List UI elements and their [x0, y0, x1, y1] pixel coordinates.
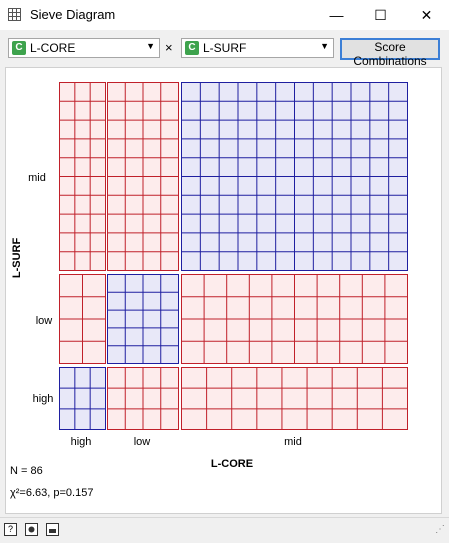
help-icon[interactable]: ?	[4, 523, 17, 536]
sieve-cell-high-high[interactable]	[59, 367, 106, 430]
sieve-cell-low-high[interactable]	[59, 274, 106, 364]
attr-y-combo[interactable]: C L-SURF ▼	[181, 38, 334, 58]
sieve-app-icon	[8, 8, 21, 21]
n-count: N = 86	[10, 465, 43, 477]
attr-x-value: L-CORE	[30, 41, 76, 55]
attr-y-value: L-SURF	[203, 41, 247, 55]
chi-square: χ²=6.63, p=0.157	[10, 487, 94, 499]
diagram-canvas: mid low high high low mid L-CORE L-SURF	[5, 67, 442, 514]
x-label-low: low	[134, 436, 151, 448]
y-label-high: high	[33, 393, 54, 405]
times-symbol: ×	[165, 40, 173, 55]
x-label-mid: mid	[284, 436, 302, 448]
sieve-cell-mid-mid[interactable]	[181, 82, 408, 271]
sieve-cell-mid-high[interactable]	[59, 82, 106, 271]
continuous-icon: C	[12, 41, 26, 55]
close-button[interactable]: ✕	[404, 0, 449, 30]
y-label-mid: mid	[28, 172, 46, 184]
sieve-cell-high-mid[interactable]	[181, 367, 408, 430]
sieve-cell-mid-low[interactable]	[107, 82, 179, 271]
sieve-cell-low-low[interactable]	[107, 274, 179, 364]
window-title: Sieve Diagram	[30, 7, 116, 22]
sieve-diagram: mid low high high low mid L-CORE L-SURF	[11, 82, 408, 470]
maximize-button[interactable]: ☐	[358, 0, 403, 30]
minimize-button[interactable]: —	[314, 0, 359, 30]
continuous-icon: C	[185, 41, 199, 55]
chevron-down-icon: ▼	[146, 41, 155, 51]
sieve-cell-low-mid[interactable]	[181, 274, 408, 364]
x-axis-title: L-CORE	[211, 458, 253, 470]
score-combinations-button[interactable]: Score Combinations	[340, 38, 440, 68]
status-bar: ? ⋰	[0, 517, 449, 543]
export-icon[interactable]	[46, 523, 59, 536]
sieve-cell-high-low[interactable]	[107, 367, 179, 430]
chevron-down-icon: ▼	[320, 41, 329, 51]
report-icon[interactable]	[25, 523, 38, 536]
attr-x-combo[interactable]: C L-CORE ▼	[8, 38, 160, 58]
x-label-high: high	[71, 436, 92, 448]
y-label-low: low	[36, 315, 53, 327]
title-bar: Sieve Diagram — ☐ ✕	[0, 0, 449, 30]
y-axis-title: L-SURF	[11, 238, 23, 279]
resize-grip-icon[interactable]: ⋰	[435, 524, 445, 535]
